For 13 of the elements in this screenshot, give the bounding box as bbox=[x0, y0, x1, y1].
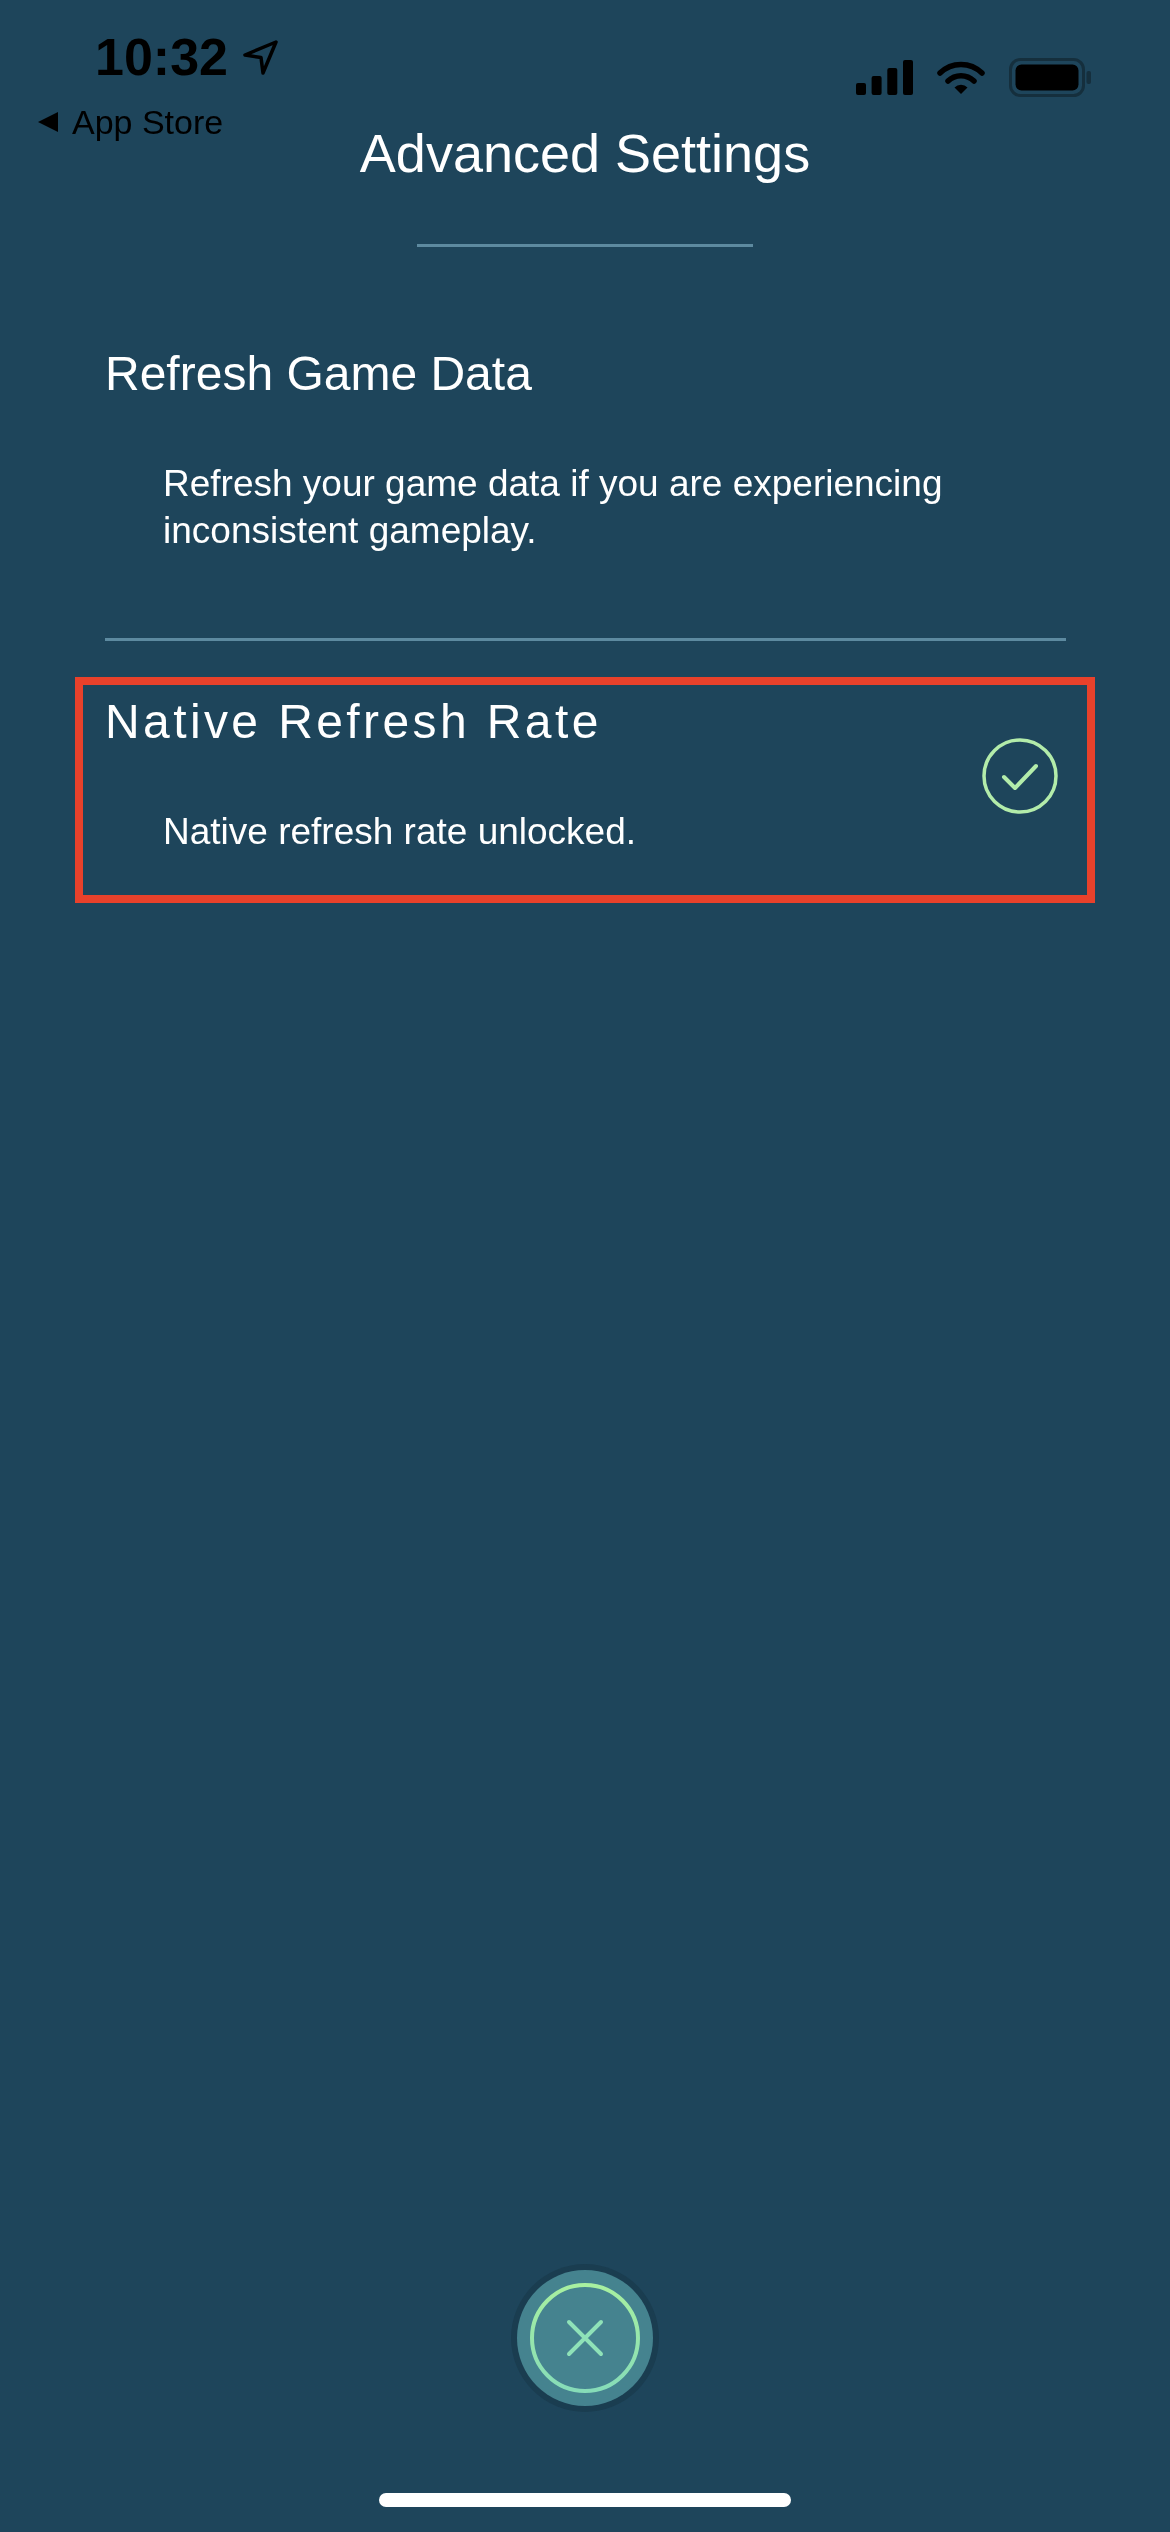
setting-title: Native Refresh Rate bbox=[105, 696, 603, 748]
page-title: Advanced Settings bbox=[359, 122, 811, 184]
setting-description: Refresh your game data if you are experiencing inconsistent gameplay. bbox=[163, 462, 944, 553]
close-icon bbox=[529, 2282, 641, 2394]
location-arrow-icon bbox=[242, 38, 279, 76]
status-time: 10:32 bbox=[95, 27, 228, 87]
battery-icon bbox=[1009, 58, 1091, 97]
wifi-icon bbox=[937, 60, 985, 95]
signal-icon bbox=[856, 60, 913, 95]
back-link[interactable]: App Store bbox=[0, 102, 224, 142]
setting-description: Native refresh rate unlocked. bbox=[163, 810, 637, 854]
setting-title: Refresh Game Data bbox=[105, 348, 533, 400]
back-triangle-icon bbox=[38, 112, 58, 132]
